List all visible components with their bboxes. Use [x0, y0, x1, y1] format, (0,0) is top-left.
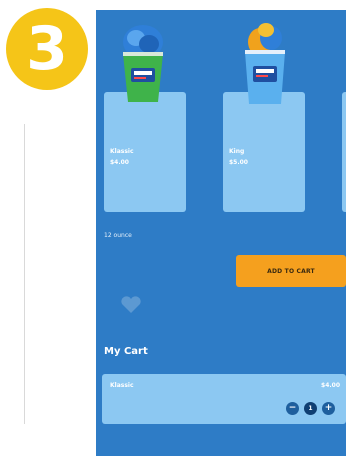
- cart-item-name: Klassic: [110, 382, 134, 389]
- cart-title: My Cart: [104, 346, 148, 357]
- step-number: 3: [26, 14, 68, 84]
- decrease-quantity-button[interactable]: −: [286, 402, 299, 415]
- heart-icon: [121, 296, 141, 313]
- order-panel: Klassic $4.00 King $5.00 12 ounce ADD TO…: [96, 10, 346, 456]
- product-card-king[interactable]: King $5.00: [223, 92, 305, 212]
- product-price: $4.00: [110, 159, 129, 166]
- size-label: 12 ounce: [104, 232, 132, 239]
- product-card-klassic[interactable]: Klassic $4.00: [104, 92, 186, 212]
- shaved-ice-cup-green-icon: [123, 25, 163, 102]
- cart-item-price: $4.00: [321, 382, 340, 389]
- add-to-cart-button[interactable]: ADD TO CART: [236, 255, 346, 287]
- quantity-value: 1: [304, 402, 317, 415]
- shaved-ice-cup-blue-icon: [245, 23, 285, 104]
- step-number-badge: 3: [6, 8, 88, 90]
- left-divider: [24, 124, 25, 424]
- product-name: Klassic: [110, 148, 134, 155]
- product-price: $5.00: [229, 159, 248, 166]
- product-card-partial[interactable]: [342, 92, 346, 212]
- cart-item: Klassic $4.00 − 1 +: [102, 374, 346, 424]
- increase-quantity-button[interactable]: +: [322, 402, 335, 415]
- product-name: King: [229, 148, 245, 155]
